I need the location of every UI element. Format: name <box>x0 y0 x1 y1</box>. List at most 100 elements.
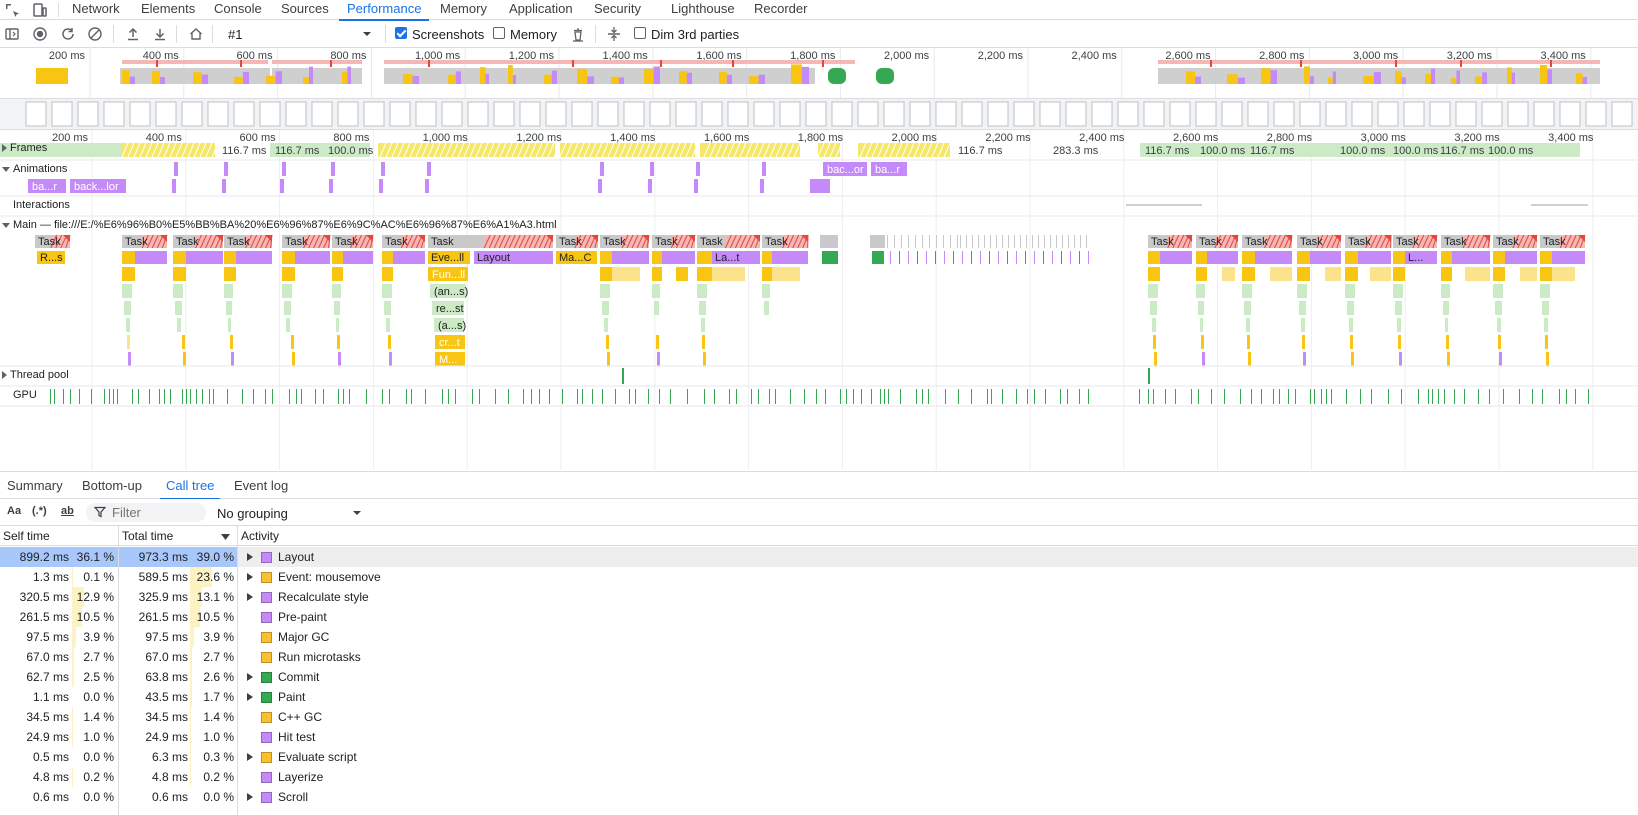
expand-arrow-icon[interactable] <box>247 673 253 681</box>
screenshots-checkbox[interactable] <box>395 27 407 39</box>
self-time-value: 320.5 ms <box>19 590 69 604</box>
overview-cpu-bump <box>508 65 513 84</box>
task-label: Task <box>1543 236 1566 248</box>
expand-arrow-icon[interactable] <box>2 144 7 153</box>
tab-lighthouse[interactable]: Lighthouse <box>671 0 735 20</box>
grouping-select[interactable]: No grouping <box>216 503 366 522</box>
self-time-header[interactable]: Self time <box>0 526 118 546</box>
tab-console[interactable]: Console <box>214 0 262 20</box>
recording-select[interactable]: #1 <box>228 27 242 42</box>
gpu-event <box>104 389 105 404</box>
call-bar <box>1493 267 1505 281</box>
filmstrip-frame <box>1585 101 1607 127</box>
memory-label[interactable]: Memory <box>510 27 557 42</box>
filmstrip-frame <box>389 101 411 127</box>
column-divider[interactable] <box>237 526 238 815</box>
expand-arrow-icon[interactable] <box>247 693 253 701</box>
flame-tick-label: 3,200 ms <box>1454 132 1500 144</box>
tab-call-tree[interactable]: Call tree <box>159 478 221 500</box>
tab-security[interactable]: Security <box>594 0 641 20</box>
match-case-button[interactable]: Aa <box>7 505 21 517</box>
tab-performance[interactable]: Performance <box>338 0 430 21</box>
activity-header[interactable]: Activity <box>238 526 1638 546</box>
gpu-event <box>442 389 443 404</box>
call-tree-row[interactable]: 1.1 ms 0.0 % 43.5 ms 1.7 % Paint <box>0 687 1638 707</box>
overview-red-marker <box>1460 60 1462 67</box>
expand-arrow-icon[interactable] <box>247 753 253 761</box>
tab-sources[interactable]: Sources <box>281 0 329 20</box>
thread-pool-track-header[interactable]: Thread pool <box>0 369 69 381</box>
tab-application[interactable]: Application <box>509 0 573 20</box>
home-icon[interactable] <box>188 26 204 42</box>
call-bar <box>1395 301 1402 315</box>
record-icon[interactable] <box>32 26 48 42</box>
activity-name: C++ GC <box>278 710 323 724</box>
tab-event-log[interactable]: Event log <box>234 478 288 493</box>
interactions-track-header[interactable]: Interactions <box>0 199 70 211</box>
call-tree-row[interactable]: 0.5 ms 0.0 % 6.3 ms 0.3 % Evaluate script <box>0 747 1638 767</box>
regex-button[interactable]: (.*) <box>32 505 47 517</box>
animations-track-header[interactable]: Animations <box>0 163 67 175</box>
inspect-element-icon[interactable] <box>4 2 20 18</box>
overview-cpu-bump <box>758 74 765 84</box>
event-tick <box>1070 251 1071 264</box>
filmstrip-frame <box>415 101 437 127</box>
frames-track-header[interactable]: Frames <box>0 142 47 154</box>
tab-summary[interactable]: Summary <box>7 478 63 493</box>
flame-tick-label: 200 ms <box>52 132 89 144</box>
download-icon[interactable] <box>152 26 168 42</box>
call-tree-row[interactable]: 1.3 ms 0.1 % 589.5 ms 23.6 % Event: mousemov… <box>0 567 1638 587</box>
call-tree-row[interactable]: 320.5 ms 12.9 % 325.9 ms 13.1 % Recalculate … <box>0 587 1638 607</box>
tab-memory[interactable]: Memory <box>440 0 487 20</box>
call-tree-row[interactable]: 62.7 ms 2.5 % 63.8 ms 2.6 % Commit <box>0 667 1638 687</box>
screenshots-label[interactable]: Screenshots <box>412 27 484 42</box>
reload-record-icon[interactable] <box>60 26 76 42</box>
call-bar <box>1495 301 1502 315</box>
expand-arrow-icon[interactable] <box>247 793 253 801</box>
call-tree-row[interactable]: 899.2 ms 36.1 % 973.3 ms 39.0 % Layout <box>0 547 1638 567</box>
garbage-collect-icon[interactable] <box>570 26 586 42</box>
call-tree-row[interactable]: 261.5 ms 10.5 % 261.5 ms 10.5 % Pre-paint <box>0 607 1638 627</box>
clear-icon[interactable] <box>87 26 103 42</box>
gpu-event <box>164 389 165 404</box>
upload-icon[interactable] <box>125 26 141 42</box>
whole-word-button[interactable]: ab <box>61 505 74 517</box>
device-toolbar-icon[interactable] <box>32 2 48 18</box>
gpu-track-header[interactable]: GPU <box>0 389 37 401</box>
collapse-tracks-icon[interactable] <box>606 26 622 42</box>
dim-third-parties-label[interactable]: Dim 3rd parties <box>651 27 739 42</box>
self-percent-value: 12.9 % <box>76 590 114 604</box>
toggle-sidebar-icon[interactable] <box>4 26 20 42</box>
collapse-arrow-icon[interactable] <box>2 166 10 172</box>
tab-bottom-up[interactable]: Bottom-up <box>82 478 142 493</box>
flame-chart[interactable]: 200 ms 400 ms 600 ms 800 ms 1,000 ms 1,200 ms… <box>0 130 1638 470</box>
expand-arrow-icon[interactable] <box>247 553 253 561</box>
call-tree-row[interactable]: 67.0 ms 2.7 % 67.0 ms 2.7 % Run microtasks <box>0 647 1638 667</box>
total-time-header[interactable]: Total time <box>119 526 237 546</box>
tab-recorder[interactable]: Recorder <box>754 0 807 20</box>
call-tree-row[interactable]: 24.9 ms 1.0 % 24.9 ms 1.0 % Hit test <box>0 727 1638 747</box>
expand-arrow-icon[interactable] <box>247 573 253 581</box>
call-bar <box>1445 318 1448 332</box>
call-tree-row[interactable]: 34.5 ms 1.4 % 34.5 ms 1.4 % C++ GC <box>0 707 1638 727</box>
timeline-overview[interactable]: 200 ms 400 ms 600 ms 800 ms 1,000 ms 1,200 ms… <box>0 48 1638 98</box>
call-tree-row[interactable]: 0.6 ms 0.0 % 0.6 ms 0.0 % Scroll <box>0 787 1638 807</box>
dim-third-parties-checkbox[interactable] <box>634 27 646 39</box>
tab-network[interactable]: Network <box>72 0 120 20</box>
column-divider[interactable] <box>118 526 119 815</box>
gpu-event <box>50 389 51 404</box>
memory-checkbox[interactable] <box>493 27 505 39</box>
call-bar <box>291 335 294 349</box>
chevron-down-icon[interactable] <box>362 26 372 42</box>
expand-arrow-icon[interactable] <box>2 371 7 380</box>
gpu-event <box>1542 389 1543 404</box>
collapse-arrow-icon[interactable] <box>2 222 10 228</box>
filter-field[interactable] <box>86 503 206 522</box>
screenshot-filmstrip[interactable] <box>0 98 1638 130</box>
main-track-header[interactable]: Main — file:///E:/%E6%96%B0%E5%BB%BA%20%… <box>0 219 557 231</box>
tab-elements[interactable]: Elements <box>141 0 195 20</box>
expand-arrow-icon[interactable] <box>247 593 253 601</box>
call-tree-row[interactable]: 97.5 ms 3.9 % 97.5 ms 3.9 % Major GC <box>0 627 1638 647</box>
filter-input[interactable] <box>112 505 202 520</box>
call-tree-row[interactable]: 4.8 ms 0.2 % 4.8 ms 0.2 % Layerize <box>0 767 1638 787</box>
